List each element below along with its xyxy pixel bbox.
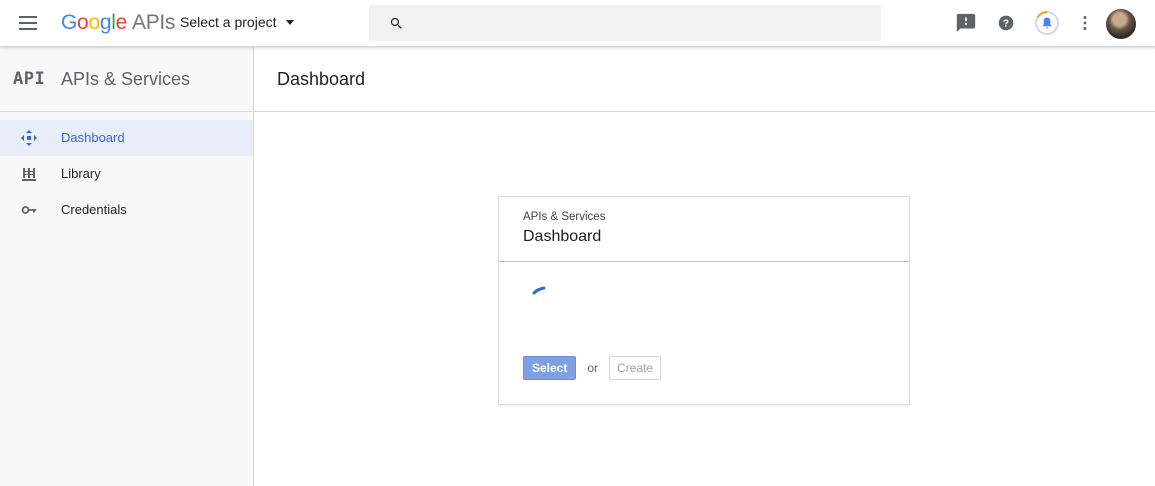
logo-letter: o: [77, 11, 89, 34]
sidebar: API APIs & Services Dashboard Library Cr…: [0, 47, 254, 486]
search-icon[interactable]: [389, 16, 404, 36]
logo-letter: g: [99, 11, 112, 34]
library-icon: [20, 165, 38, 183]
help-icon[interactable]: ?: [995, 12, 1017, 34]
card-title: Dashboard: [523, 228, 602, 245]
caret-down-icon: [285, 19, 294, 25]
create-button[interactable]: Create: [609, 356, 662, 380]
sidebar-item-label: Library: [61, 166, 101, 181]
search-input[interactable]: [417, 5, 871, 43]
logo-letter: o: [88, 11, 100, 34]
svg-text:?: ?: [1003, 19, 1009, 30]
feedback-icon[interactable]: [955, 12, 977, 34]
sidebar-item-dashboard[interactable]: Dashboard: [0, 120, 253, 156]
avatar[interactable]: [1106, 9, 1136, 39]
sidebar-item-credentials[interactable]: Credentials: [0, 192, 253, 228]
key-icon: [20, 201, 38, 219]
project-select-card: APIs & Services Dashboard Select or Crea…: [498, 196, 910, 405]
sidebar-item-label: Credentials: [61, 202, 127, 217]
card-actions: Select or Create: [523, 356, 662, 380]
dashboard-icon: [20, 129, 38, 147]
or-text: or: [587, 361, 599, 375]
loading-spinner-icon: [532, 286, 546, 295]
sidebar-item-label: Dashboard: [61, 130, 125, 145]
search-bar[interactable]: [369, 5, 881, 43]
sidebar-title: APIs & Services: [61, 69, 191, 89]
select-button[interactable]: Select: [523, 356, 577, 380]
top-app-bar: Google APIs Select a project ?: [0, 0, 1155, 47]
menu-icon[interactable]: [17, 13, 39, 33]
notifications-icon[interactable]: [1034, 10, 1060, 36]
api-logo: API: [13, 69, 46, 89]
project-selector-label: Select a project: [180, 14, 277, 30]
project-selector[interactable]: Select a project: [180, 14, 294, 30]
card-header: APIs & Services Dashboard: [499, 197, 909, 262]
card-subtitle: APIs & Services: [523, 211, 606, 223]
sidebar-nav: Dashboard Library Credentials: [0, 112, 253, 228]
logo-letter: e: [115, 11, 128, 34]
more-vert-icon[interactable]: [1074, 12, 1096, 34]
logo-suffix: APIs: [131, 11, 176, 34]
page-header: Dashboard: [254, 47, 1155, 112]
page-title: Dashboard: [277, 69, 366, 89]
logo-letter: G: [61, 11, 78, 34]
sidebar-item-library[interactable]: Library: [0, 156, 253, 192]
google-apis-logo[interactable]: Google APIs: [61, 11, 175, 35]
sidebar-header: API APIs & Services: [0, 47, 253, 112]
